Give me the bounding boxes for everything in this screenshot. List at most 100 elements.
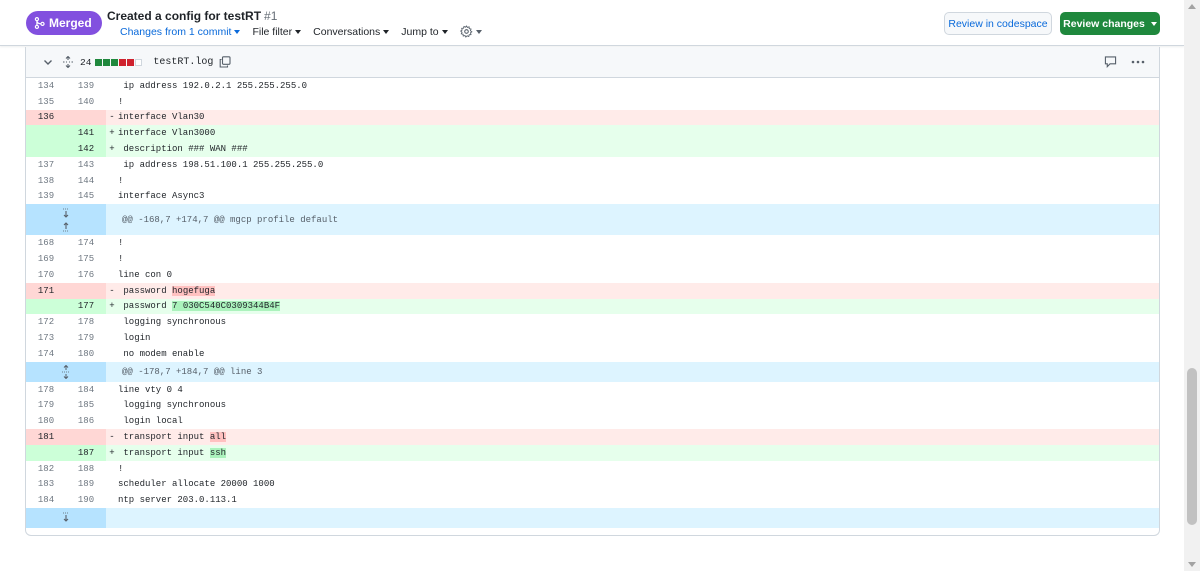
new-line-number[interactable]: 145: [66, 189, 106, 205]
new-line-number[interactable]: 187: [66, 444, 106, 461]
scroll-up-arrow-icon[interactable]: [1188, 4, 1196, 9]
old-line-number[interactable]: 138: [26, 173, 66, 189]
expand-down-icon[interactable]: [61, 512, 71, 524]
chevron-down-icon[interactable]: [42, 56, 54, 68]
old-line-number[interactable]: 171: [26, 282, 66, 299]
caret-down-icon: [234, 30, 241, 34]
changes-from-dropdown[interactable]: Changes from 1 commit: [120, 26, 241, 38]
diff-sign: [106, 413, 118, 429]
new-line-number[interactable]: 176: [66, 267, 106, 283]
vertical-scrollbar[interactable]: [1184, 0, 1200, 571]
hunk-footer: [26, 508, 1159, 529]
new-line-number[interactable]: 190: [66, 492, 106, 508]
pr-sticky-header: Merged Created a config for testRT #1 Cha…: [0, 0, 1184, 46]
old-line-number[interactable]: 174: [26, 346, 66, 362]
copy-icon[interactable]: [219, 56, 231, 68]
new-line-number[interactable]: [66, 282, 106, 299]
old-line-number[interactable]: [26, 298, 66, 315]
diff-row: 135 140!: [26, 94, 1159, 110]
old-line-number[interactable]: 170: [26, 267, 66, 283]
file-filter-dropdown[interactable]: File filter: [252, 26, 302, 38]
old-line-number[interactable]: 172: [26, 314, 66, 330]
expand-all-icon[interactable]: [62, 56, 74, 68]
diff-row: 180 186 login local: [26, 413, 1159, 429]
old-line-number[interactable]: 173: [26, 330, 66, 346]
old-line-number[interactable]: 139: [26, 189, 66, 205]
diff-row: 168 174!: [26, 235, 1159, 251]
new-line-number[interactable]: 189: [66, 477, 106, 493]
old-line-number[interactable]: 181: [26, 429, 66, 445]
new-line-number[interactable]: 186: [66, 413, 106, 429]
scrollbar-thumb[interactable]: [1187, 368, 1197, 525]
old-line-number[interactable]: 137: [26, 157, 66, 173]
new-line-number[interactable]: 139: [66, 78, 106, 94]
diff-row: 184 190 ntp server 203.0.113.1: [26, 492, 1159, 508]
old-line-number[interactable]: 134: [26, 78, 66, 94]
new-line-number[interactable]: 179: [66, 330, 106, 346]
diff-sign: [106, 477, 118, 493]
diff-sign: [106, 461, 118, 477]
old-line-number[interactable]: 178: [26, 382, 66, 398]
new-line-number[interactable]: 141: [66, 125, 106, 142]
expand-up-icon[interactable]: [61, 220, 71, 232]
old-line-number[interactable]: 184: [26, 492, 66, 508]
file-name[interactable]: testRT.log: [153, 57, 213, 68]
old-line-number[interactable]: 168: [26, 235, 66, 251]
changes-count: 24: [80, 56, 92, 68]
diff-row-addition: 141 + interface Vlan3000: [26, 125, 1159, 142]
comment-icon[interactable]: [1104, 56, 1117, 68]
code-line: password 7 030C540C0309344B4F: [118, 299, 1159, 315]
old-line-number[interactable]: [26, 125, 66, 142]
old-line-number[interactable]: 183: [26, 477, 66, 493]
code-line: interface Async3: [118, 191, 205, 202]
old-line-number[interactable]: 180: [26, 413, 66, 429]
diff-sign: +: [109, 144, 115, 155]
new-line-number[interactable]: 177: [66, 298, 106, 315]
review-changes-button[interactable]: Review changes: [1060, 12, 1160, 35]
diff-row-addition: 142 + description ### WAN ###: [26, 141, 1159, 157]
diffstat-neutral: [135, 58, 143, 66]
pr-number: #1: [264, 9, 278, 23]
diff-sign: [106, 382, 118, 398]
review-in-codespace-button[interactable]: Review in codespace: [944, 12, 1052, 35]
new-line-number[interactable]: 140: [66, 94, 106, 110]
new-line-number[interactable]: 143: [66, 157, 106, 173]
new-line-number[interactable]: 180: [66, 346, 106, 362]
new-line-number[interactable]: 144: [66, 173, 106, 189]
new-line-number[interactable]: 174: [66, 235, 106, 251]
kebab-menu-icon[interactable]: [1131, 60, 1145, 64]
diff-sign: -: [109, 285, 115, 296]
old-line-number[interactable]: 169: [26, 251, 66, 267]
code-line: !: [118, 238, 124, 249]
caret-down-icon: [383, 30, 390, 34]
hunk-header: @@ -168,7 +174,7 @@ mgcp profile default: [26, 204, 1159, 236]
settings-dropdown[interactable]: [459, 25, 482, 38]
new-line-number[interactable]: 142: [66, 141, 106, 157]
new-line-number[interactable]: [66, 429, 106, 445]
new-line-number[interactable]: 188: [66, 461, 106, 477]
conversations-dropdown[interactable]: Conversations: [313, 26, 390, 38]
code-line: !: [118, 175, 124, 186]
diff-sign: [106, 173, 118, 189]
old-line-number[interactable]: 179: [26, 398, 66, 414]
new-line-number[interactable]: 178: [66, 314, 106, 330]
old-line-number[interactable]: [26, 444, 66, 461]
caret-down-icon: [475, 30, 482, 34]
diff-row: 134 139 ip address 192.0.2.1 255.255.255.…: [26, 78, 1159, 94]
new-line-number[interactable]: 185: [66, 398, 106, 414]
new-line-number[interactable]: 175: [66, 251, 106, 267]
jump-to-dropdown[interactable]: Jump to: [401, 26, 448, 38]
expand-down-icon[interactable]: [61, 208, 71, 220]
expand-both-icon[interactable]: [61, 364, 71, 379]
diff-row: 178 184 line vty 0 4: [26, 382, 1159, 398]
hunk-header-text: @@ -168,7 +174,7 @@ mgcp profile default: [122, 214, 339, 225]
review-changes-label: Review changes: [1063, 17, 1145, 30]
new-line-number[interactable]: 184: [66, 382, 106, 398]
scroll-down-arrow-icon[interactable]: [1188, 562, 1196, 567]
diff-sign: [106, 78, 118, 94]
old-line-number[interactable]: [26, 141, 66, 157]
old-line-number[interactable]: 136: [26, 109, 66, 126]
new-line-number[interactable]: [66, 109, 106, 126]
old-line-number[interactable]: 135: [26, 94, 66, 110]
old-line-number[interactable]: 182: [26, 461, 66, 477]
